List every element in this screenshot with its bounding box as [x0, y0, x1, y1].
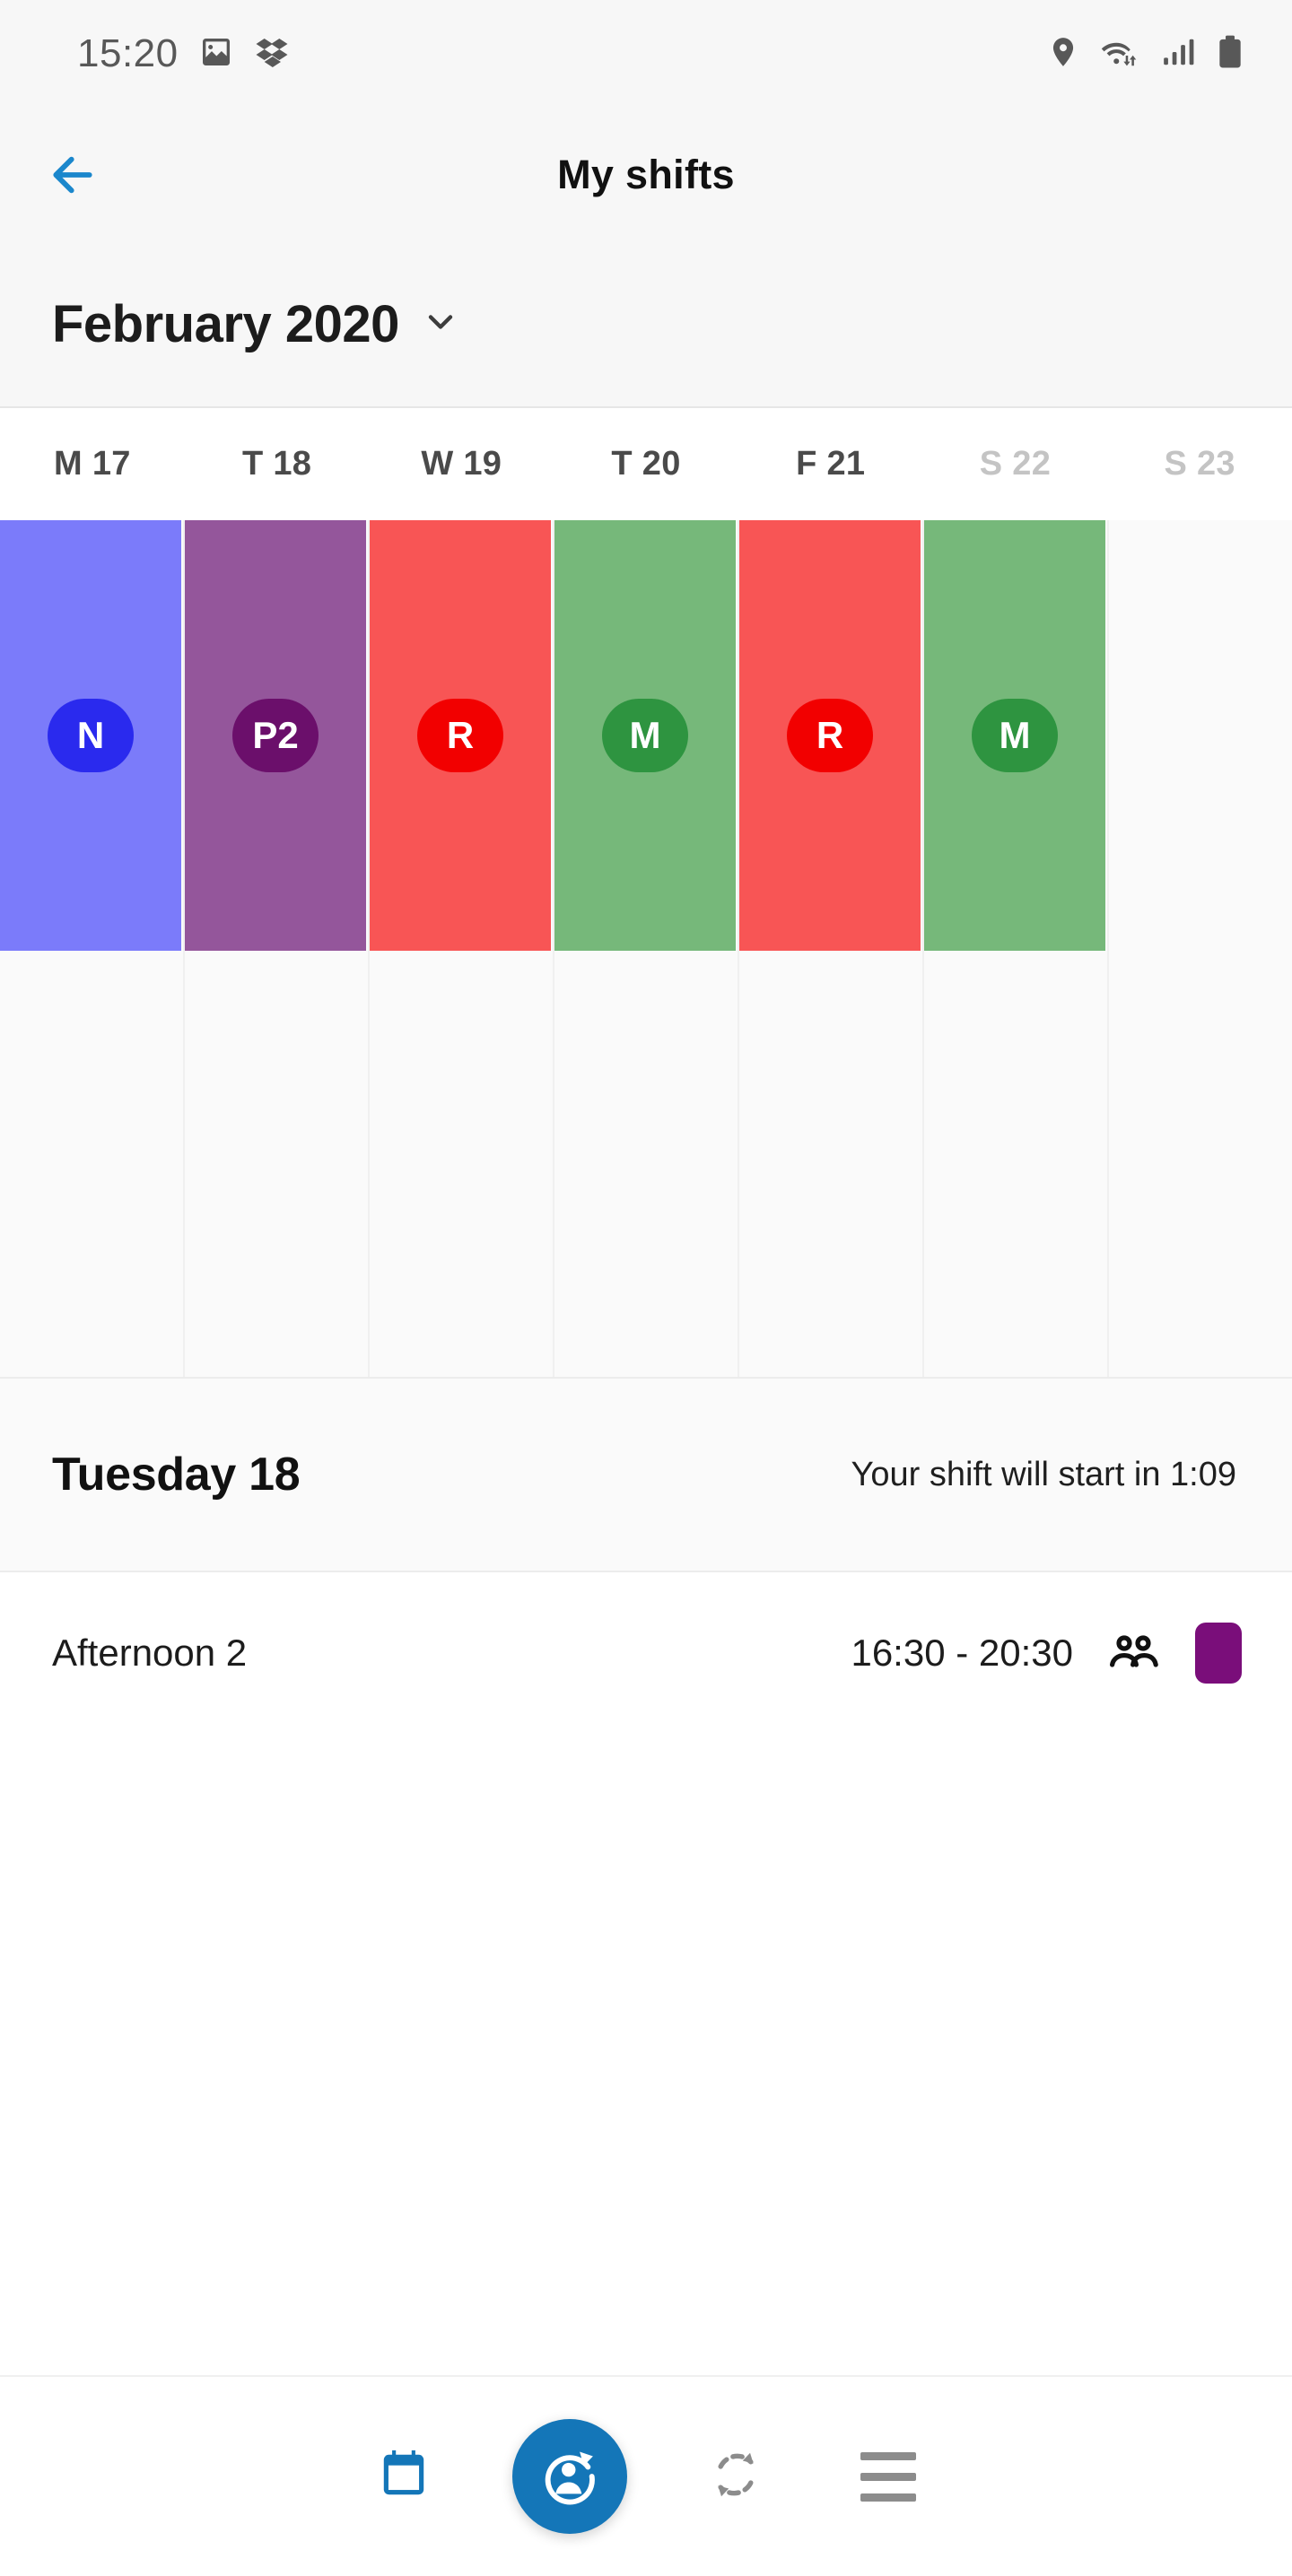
calendar-grid: N P2 R M R M	[0, 520, 1292, 1377]
shift-badge-0: N	[48, 699, 134, 772]
shift-block-4[interactable]: R	[739, 520, 921, 951]
photos-icon	[198, 34, 234, 74]
menu-icon	[860, 2451, 916, 2502]
content-filler	[0, 1734, 1292, 2188]
calendar-icon	[376, 2447, 432, 2507]
calendar-column-1[interactable]: P2	[185, 520, 370, 1377]
calendar-column-2[interactable]: R	[370, 520, 554, 1377]
chevron-down-icon	[421, 302, 460, 346]
shift-block-0[interactable]: N	[0, 520, 181, 951]
shift-swap-fab[interactable]	[512, 2419, 627, 2534]
weekday-header-4[interactable]: F 21	[738, 445, 923, 483]
calendar-column-4[interactable]: R	[739, 520, 924, 1377]
nav-item-menu[interactable]	[812, 2451, 965, 2502]
shift-block-1[interactable]: P2	[185, 520, 366, 951]
people-icon[interactable]	[1109, 1633, 1159, 1673]
weekday-header-5[interactable]: S 22	[923, 445, 1108, 483]
page-title: My shifts	[557, 152, 735, 197]
nav-item-calendar[interactable]	[327, 2447, 480, 2507]
weekday-header-2[interactable]: W 19	[369, 445, 554, 483]
dropbox-icon	[254, 34, 290, 74]
month-label: February 2020	[52, 295, 399, 353]
shift-block-3[interactable]: M	[554, 520, 736, 951]
status-time: 15:20	[77, 31, 179, 75]
back-button[interactable]	[41, 144, 104, 206]
calendar-column-6[interactable]	[1109, 520, 1292, 1377]
shift-list-item[interactable]: Afternoon 2 16:30 - 20:30	[0, 1572, 1292, 1734]
status-bar-left: 15:20	[77, 31, 290, 76]
exchange-arrows-icon	[708, 2447, 764, 2507]
status-bar: 15:20	[0, 0, 1292, 108]
shift-badge-2: R	[417, 699, 503, 772]
wifi-icon	[1100, 35, 1141, 74]
month-bar: February 2020	[0, 242, 1292, 408]
status-bar-right	[1046, 34, 1245, 74]
shift-block-2[interactable]: R	[370, 520, 551, 951]
weekday-header-0[interactable]: M 17	[0, 445, 185, 483]
bottom-navigation-bar	[0, 2375, 1292, 2576]
shift-name: Afternoon 2	[52, 1632, 248, 1674]
calendar-column-3[interactable]: M	[554, 520, 739, 1377]
nav-item-shift-swap[interactable]	[480, 2419, 659, 2534]
nav-item-exchange[interactable]	[659, 2447, 812, 2507]
shift-badge-1: P2	[232, 699, 319, 772]
shift-time-range: 16:30 - 20:30	[851, 1632, 1073, 1674]
shift-color-chip	[1195, 1623, 1242, 1684]
shift-badge-4: R	[787, 699, 873, 772]
weekday-header-1[interactable]: T 18	[185, 445, 370, 483]
calendar-column-5[interactable]: M	[924, 520, 1109, 1377]
shift-badge-3: M	[602, 699, 688, 772]
weekday-header-6[interactable]: S 23	[1107, 445, 1292, 483]
weekday-header-row: M 17 T 18 W 19 T 20 F 21 S 22 S 23	[0, 408, 1292, 520]
day-detail-panel: Tuesday 18 Your shift will start in 1:09	[0, 1377, 1292, 1572]
shift-block-5[interactable]: M	[924, 520, 1105, 951]
day-detail-title: Tuesday 18	[52, 1449, 301, 1501]
shift-countdown-text: Your shift will start in 1:09	[851, 1455, 1236, 1493]
location-pin-icon	[1046, 35, 1080, 74]
shift-badge-5: M	[972, 699, 1058, 772]
app-header: My shifts	[0, 108, 1292, 242]
weekday-header-3[interactable]: T 20	[554, 445, 738, 483]
shift-swap-fab-icon	[545, 2451, 595, 2505]
month-selector[interactable]: February 2020	[52, 294, 460, 354]
signal-bars-icon	[1161, 35, 1195, 74]
calendar-column-0[interactable]: N	[0, 520, 185, 1377]
back-arrow-icon	[53, 156, 92, 194]
battery-icon	[1215, 34, 1245, 74]
